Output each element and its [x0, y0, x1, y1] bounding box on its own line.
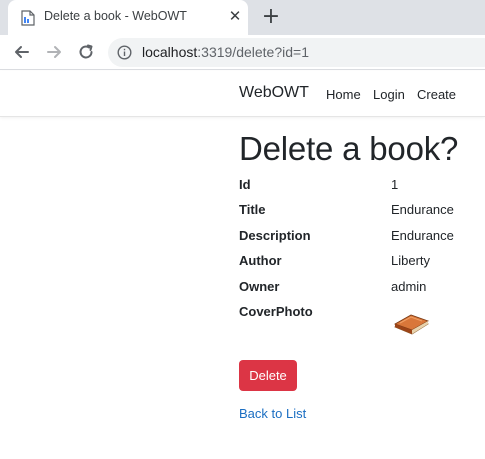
field-value: Endurance [391, 202, 454, 217]
delete-button[interactable]: Delete [239, 360, 297, 391]
field-value: admin [391, 279, 427, 294]
info-icon[interactable] [117, 45, 132, 60]
nav-link-home[interactable]: Home [326, 87, 361, 102]
url-path: :3319/delete?id=1 [197, 44, 309, 60]
field-value: Endurance [391, 228, 454, 243]
detail-row-description: Description Endurance [239, 228, 485, 248]
field-label: CoverPhoto [239, 304, 313, 319]
close-icon[interactable]: ✕ [227, 9, 243, 25]
page-title: Delete a book? [239, 130, 459, 167]
forward-arrow-icon[interactable] [44, 42, 64, 62]
back-arrow-icon[interactable] [12, 42, 32, 62]
page-icon [21, 10, 35, 26]
detail-row-coverphoto: CoverPhoto [239, 304, 485, 324]
detail-row-id: Id 1 [239, 177, 485, 197]
brand-logo[interactable]: WebOWT [239, 84, 309, 102]
field-label: Title [239, 202, 266, 217]
nav-link-login[interactable]: Login [373, 87, 405, 102]
browser-toolbar: localhost:3319/delete?id=1 [0, 35, 485, 70]
detail-row-owner: Owner admin [239, 279, 485, 299]
browser-tab[interactable]: Delete a book - WebOWT ✕ [8, 0, 248, 35]
address-bar[interactable]: localhost:3319/delete?id=1 [108, 38, 485, 67]
book-icon [394, 314, 429, 335]
url-text[interactable]: localhost:3319/delete?id=1 [142, 44, 309, 60]
field-label: Id [239, 177, 251, 192]
back-to-list-link[interactable]: Back to List [239, 406, 306, 421]
new-tab-icon[interactable]: + [259, 5, 283, 29]
nav-link-create[interactable]: Create [417, 87, 456, 102]
field-label: Author [239, 253, 282, 268]
reload-icon[interactable] [76, 42, 96, 62]
field-value: 1 [391, 177, 399, 192]
field-value: Liberty [391, 253, 431, 268]
tab-title: Delete a book - WebOWT [44, 9, 187, 23]
detail-row-author: Author Liberty [239, 253, 485, 273]
field-label: Description [239, 228, 311, 243]
field-label: Owner [239, 279, 280, 294]
browser-tabstrip: Delete a book - WebOWT ✕ + [0, 0, 485, 35]
site-navbar: WebOWT Home Login Create [0, 71, 485, 117]
url-host: localhost [142, 44, 198, 60]
detail-row-title: Title Endurance [239, 202, 485, 222]
